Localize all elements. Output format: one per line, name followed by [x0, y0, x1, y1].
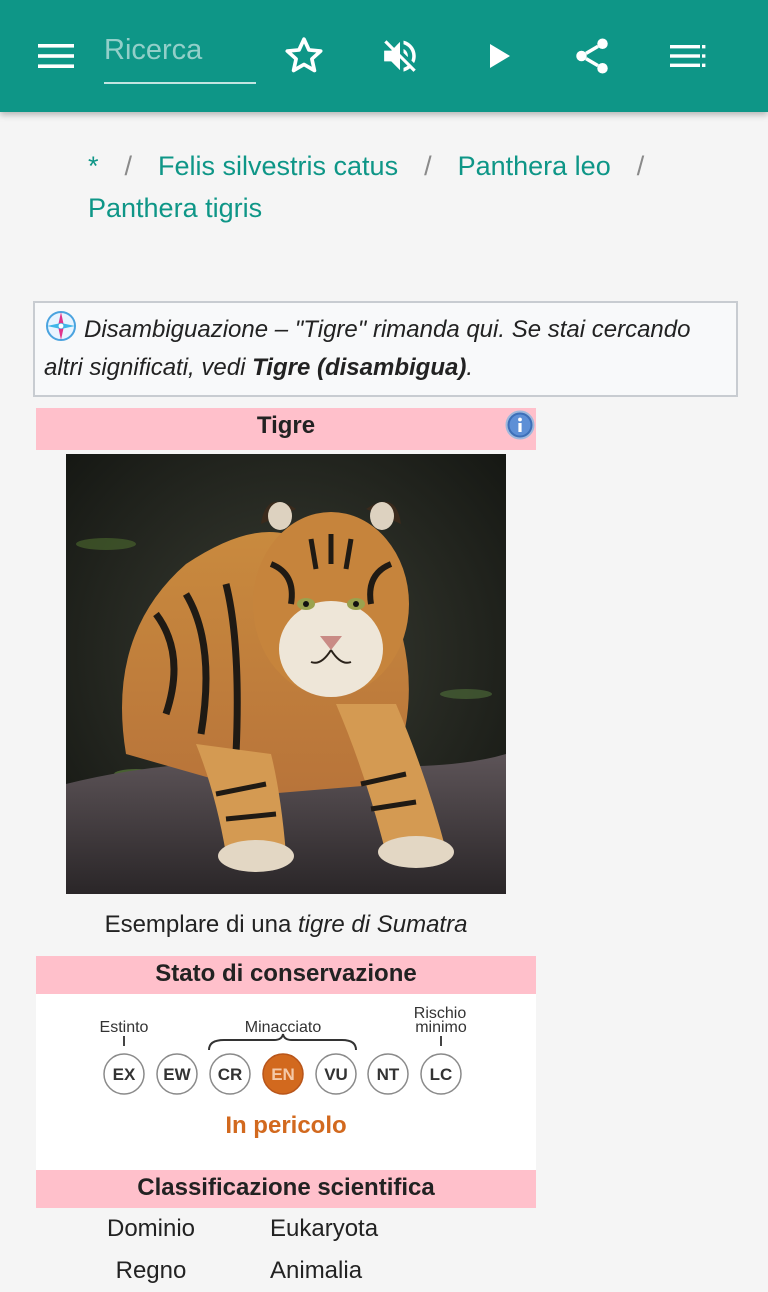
status-code-ex: EX — [113, 1065, 136, 1084]
breadcrumb-item-root[interactable]: * — [88, 151, 99, 181]
app-bar — [0, 0, 768, 112]
taxonomy-rank: Dominio — [106, 1215, 196, 1242]
tiger-photo[interactable] — [66, 454, 506, 894]
mute-button[interactable] — [372, 28, 428, 84]
breadcrumb-item-felis-silvestris-catus[interactable]: Felis silvestris catus — [158, 151, 398, 181]
list-more-icon — [670, 45, 706, 67]
volume-off-icon — [384, 40, 416, 72]
breadcrumb-separator: / — [124, 151, 133, 181]
caption-link[interactable]: tigre di Sumatra — [298, 911, 467, 938]
search-field — [104, 28, 256, 84]
play-button[interactable] — [470, 28, 526, 84]
iucn-status-scale[interactable]: Estinto Minacciato Rischio minimo EX EW CR… — [36, 994, 536, 1120]
status-code-lc: LC — [430, 1065, 453, 1084]
taxonomy-table: Dominio Eukaryota Regno Animalia — [36, 1208, 536, 1292]
breadcrumb: * / Felis silvestris catus / Panthera leo / P… — [88, 145, 708, 229]
table-row: Dominio Eukaryota — [36, 1208, 536, 1250]
breadcrumb-separator: / — [424, 151, 432, 181]
status-code-cr: CR — [218, 1065, 243, 1084]
status-code-nt: NT — [377, 1065, 400, 1084]
disambiguation-link[interactable]: Tigre (disambigua) — [252, 354, 466, 381]
photo-container — [36, 450, 536, 902]
bookmark-button[interactable] — [276, 28, 332, 84]
menu-button[interactable] — [28, 28, 84, 84]
infobox-header: Tigre — [36, 408, 536, 450]
menu-icon — [38, 44, 74, 68]
infobox: Tigre Esemplare di una tigre di Sumatra … — [36, 408, 536, 1292]
status-code-en: EN — [271, 1065, 295, 1084]
breadcrumb-item-panthera-tigris[interactable]: Panthera tigris — [88, 193, 262, 223]
status-code-ew: EW — [163, 1065, 191, 1084]
label-extinct: Estinto — [100, 1019, 149, 1036]
image-caption: Esemplare di una tigre di Sumatra — [36, 902, 536, 956]
infobox-title: Tigre — [256, 412, 316, 439]
taxonomy-rank: Regno — [115, 1257, 187, 1284]
share-button[interactable] — [564, 28, 620, 84]
info-icon[interactable] — [505, 410, 535, 440]
taxonomy-value[interactable]: Eukaryota — [266, 1208, 378, 1250]
label-threatened: Minacciato — [245, 1019, 322, 1036]
conservation-header: Stato di conservazione — [36, 956, 536, 994]
search-input[interactable] — [104, 30, 256, 70]
breadcrumb-separator: / — [636, 151, 645, 181]
table-row: Regno Animalia — [36, 1250, 536, 1292]
caption-text: Esemplare di una — [104, 911, 299, 938]
disambiguation-note: Disambiguazione – "Tigre" rimanda qui. S… — [33, 301, 738, 397]
breadcrumb-item-panthera-leo[interactable]: Panthera leo — [458, 151, 611, 181]
conservation-header-label: Stato di conservazione — [155, 960, 417, 987]
more-button[interactable] — [660, 28, 716, 84]
taxonomy-value[interactable]: Animalia — [266, 1250, 362, 1292]
classification-header: Classificazione scientifica — [36, 1170, 536, 1208]
status-code-vu: VU — [324, 1065, 348, 1084]
classification-header-label: Classificazione scientifica — [137, 1174, 435, 1201]
share-icon — [576, 38, 608, 74]
label-least-concern-2: minimo — [415, 1019, 467, 1036]
disambiguation-end: . — [466, 354, 474, 381]
conservation-status: In pericolo — [225, 1112, 347, 1139]
compass-disambiguation-icon — [46, 311, 76, 341]
play-icon — [490, 44, 510, 68]
star-icon — [285, 37, 323, 73]
conservation-status-box: Estinto Minacciato Rischio minimo EX EW CR… — [36, 994, 536, 1139]
